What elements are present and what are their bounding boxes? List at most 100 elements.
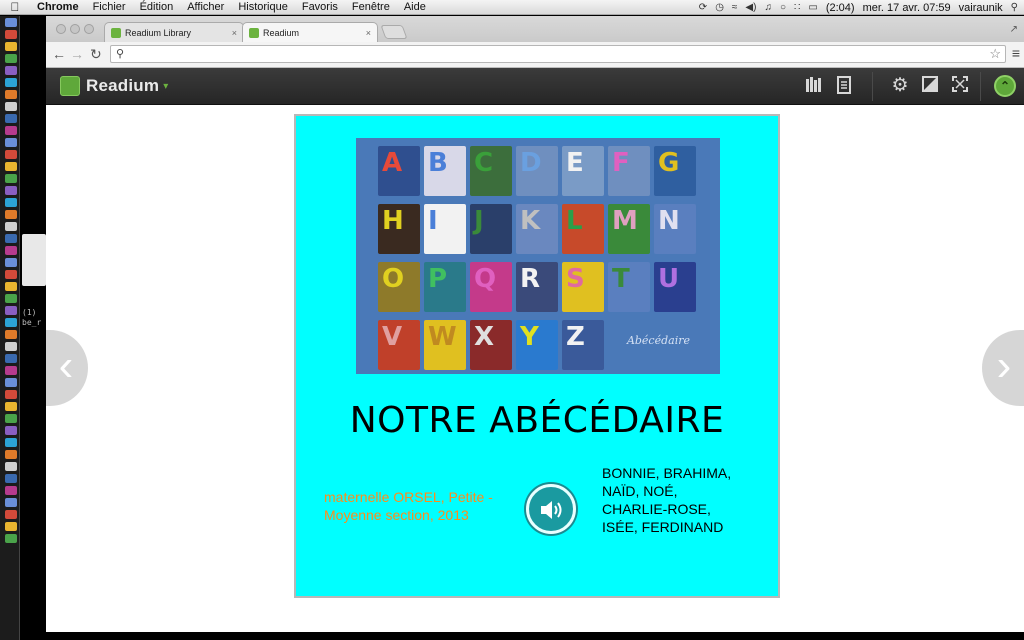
dock-app-icon[interactable]: [5, 222, 17, 231]
dock-app-icon[interactable]: [5, 126, 17, 135]
dock-app-icon[interactable]: [5, 282, 17, 291]
menu-fichier[interactable]: Fichier: [86, 0, 133, 15]
dock-app-icon[interactable]: [5, 366, 17, 375]
address-input[interactable]: [131, 47, 971, 61]
dock-app-icon[interactable]: [5, 318, 17, 327]
tab-readium-library[interactable]: Readium Library ×: [104, 22, 244, 42]
dock-app-icon[interactable]: [5, 114, 17, 123]
dock-app-icon[interactable]: [5, 438, 17, 447]
reload-icon[interactable]: ↻: [90, 46, 102, 62]
menu-edition[interactable]: Édition: [133, 0, 181, 15]
alphabet-letter: G: [658, 148, 680, 178]
chat-icon[interactable]: ○: [780, 2, 786, 13]
bluetooth-icon[interactable]: ∷: [794, 2, 800, 13]
time-machine-icon[interactable]: ◷: [715, 2, 724, 13]
sound-icon[interactable]: ♫: [764, 2, 772, 13]
dock-app-icon[interactable]: [5, 462, 17, 471]
settings-icon[interactable]: ⚙: [890, 76, 910, 96]
dock-app-icon[interactable]: [5, 138, 17, 147]
dock-app-icon[interactable]: [5, 534, 17, 543]
fullscreen-window-icon[interactable]: ↗: [1010, 24, 1018, 35]
back-icon[interactable]: ←: [52, 46, 66, 62]
bookmark-star-icon[interactable]: ☆: [989, 46, 1001, 62]
dock-app-icon[interactable]: [5, 474, 17, 483]
readium-logo[interactable]: Readium ▾: [60, 76, 168, 96]
menu-aide[interactable]: Aide: [397, 0, 433, 15]
alphabet-letter: M: [612, 206, 638, 236]
menu-app-name[interactable]: Chrome: [30, 0, 86, 15]
previous-page-button[interactable]: ‹: [46, 330, 88, 406]
wifi-icon[interactable]: ≈: [732, 2, 738, 13]
dock-app-icon[interactable]: [5, 30, 17, 39]
readium-logo-icon: [60, 76, 80, 96]
alphabet-letter: H: [382, 206, 404, 236]
next-page-button[interactable]: ›: [982, 330, 1024, 406]
clock[interactable]: mer. 17 avr. 07:59: [863, 2, 951, 14]
dock-app-icon[interactable]: [5, 186, 17, 195]
dock-app-icon[interactable]: [5, 498, 17, 507]
address-bar[interactable]: ⚲ ☆: [110, 45, 1006, 63]
dock-app-icon[interactable]: [5, 246, 17, 255]
dock-app-icon[interactable]: [5, 102, 17, 111]
dock-app-icon[interactable]: [5, 354, 17, 363]
audio-play-button[interactable]: [526, 484, 576, 534]
alphabet-letter: C: [474, 148, 494, 178]
dock-app-icon[interactable]: [5, 174, 17, 183]
dock-app-icon[interactable]: [5, 198, 17, 207]
minimize-window-icon[interactable]: [70, 24, 80, 34]
background-window-thumb[interactable]: [22, 234, 46, 286]
dock-app-icon[interactable]: [5, 210, 17, 219]
tab-strip: Readium Library × Readium × ↗: [46, 16, 1024, 42]
dock-app-icon[interactable]: [5, 390, 17, 399]
dock-app-icon[interactable]: [5, 426, 17, 435]
dock-app-icon[interactable]: [5, 402, 17, 411]
volume-icon[interactable]: ◀): [745, 2, 756, 13]
dock-app-icon[interactable]: [5, 150, 17, 159]
alphabet-letter: Y: [520, 322, 539, 352]
menu-historique[interactable]: Historique: [231, 0, 295, 15]
menu-afficher[interactable]: Afficher: [180, 0, 231, 15]
alphabet-tile: K: [516, 204, 558, 254]
dock-app-icon[interactable]: [5, 522, 17, 531]
dock-app-icon[interactable]: [5, 78, 17, 87]
dock-app-icon[interactable]: [5, 342, 17, 351]
toc-icon[interactable]: [834, 76, 854, 96]
dock-app-icon[interactable]: [5, 414, 17, 423]
toolbar-divider: [872, 72, 873, 101]
dock-app-icon[interactable]: [5, 270, 17, 279]
dock-app-icon[interactable]: [5, 378, 17, 387]
spotlight-icon[interactable]: ⚲: [1011, 2, 1018, 13]
zoom-window-icon[interactable]: [84, 24, 94, 34]
collapse-header-icon[interactable]: ⌃: [994, 75, 1016, 97]
dock-app-icon[interactable]: [5, 306, 17, 315]
dock-app-icon[interactable]: [5, 162, 17, 171]
user-name[interactable]: vairaunik: [959, 2, 1003, 14]
dock-app-icon[interactable]: [5, 234, 17, 243]
dock-app-icon[interactable]: [5, 66, 17, 75]
apple-icon[interactable]: : [0, 0, 30, 14]
menu-fenetre[interactable]: Fenêtre: [345, 0, 397, 15]
forward-icon[interactable]: →: [70, 46, 84, 62]
dock-app-icon[interactable]: [5, 18, 17, 27]
dock-app-icon[interactable]: [5, 330, 17, 339]
library-icon[interactable]: [804, 76, 824, 96]
close-window-icon[interactable]: [56, 24, 66, 34]
menu-favoris[interactable]: Favoris: [295, 0, 345, 15]
dock-app-icon[interactable]: [5, 258, 17, 267]
sync-icon[interactable]: ⟳: [699, 2, 707, 13]
contrast-icon[interactable]: [920, 76, 940, 96]
dock-app-icon[interactable]: [5, 294, 17, 303]
chrome-menu-icon[interactable]: ≡: [1012, 45, 1020, 61]
fullscreen-icon[interactable]: [950, 76, 970, 96]
battery-icon[interactable]: ▭: [808, 2, 817, 13]
dock-app-icon[interactable]: [5, 42, 17, 51]
dock-app-icon[interactable]: [5, 486, 17, 495]
tab-close-icon[interactable]: ×: [366, 28, 371, 38]
dock-app-icon[interactable]: [5, 54, 17, 63]
dock-app-icon[interactable]: [5, 510, 17, 519]
dock-app-icon[interactable]: [5, 450, 17, 459]
tab-close-icon[interactable]: ×: [232, 28, 237, 38]
new-tab-button[interactable]: [380, 25, 408, 39]
dock-app-icon[interactable]: [5, 90, 17, 99]
tab-readium[interactable]: Readium ×: [242, 22, 378, 42]
